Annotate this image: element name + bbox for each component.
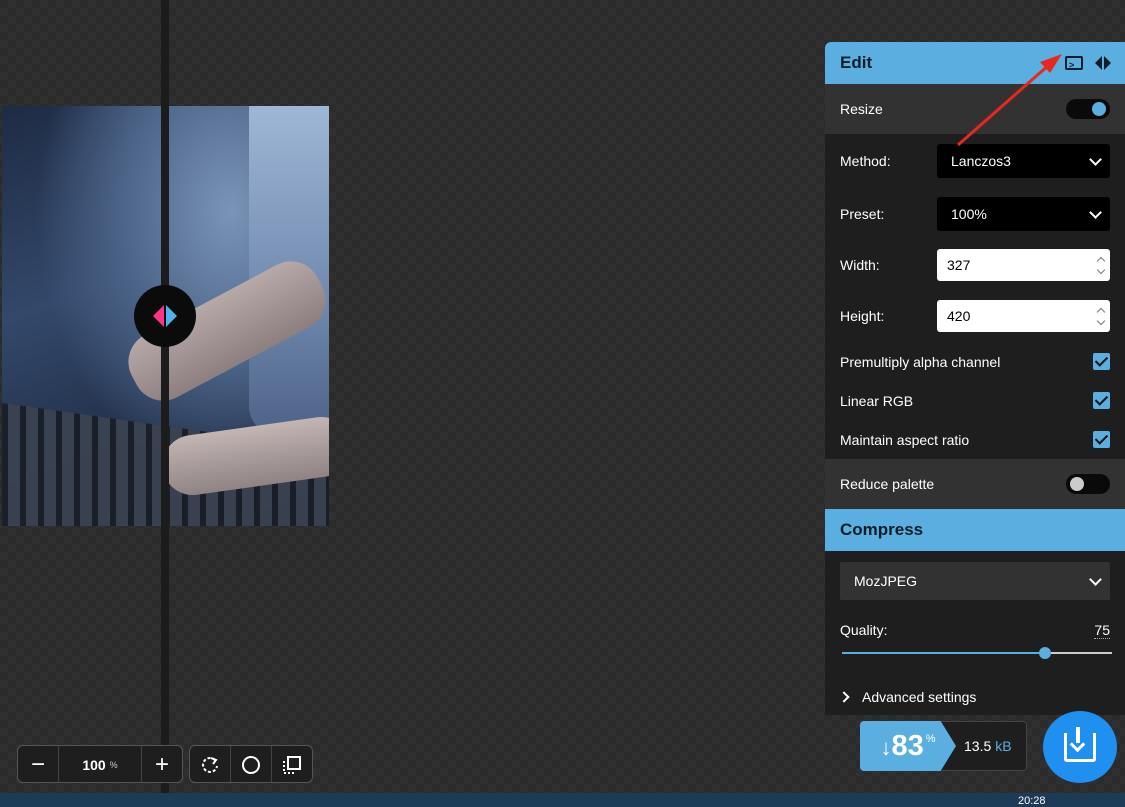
taskbar: 20:28	[0, 793, 1125, 807]
annotation-arrow	[957, 54, 1062, 147]
taskbar-clock: 20:28	[1018, 795, 1046, 807]
